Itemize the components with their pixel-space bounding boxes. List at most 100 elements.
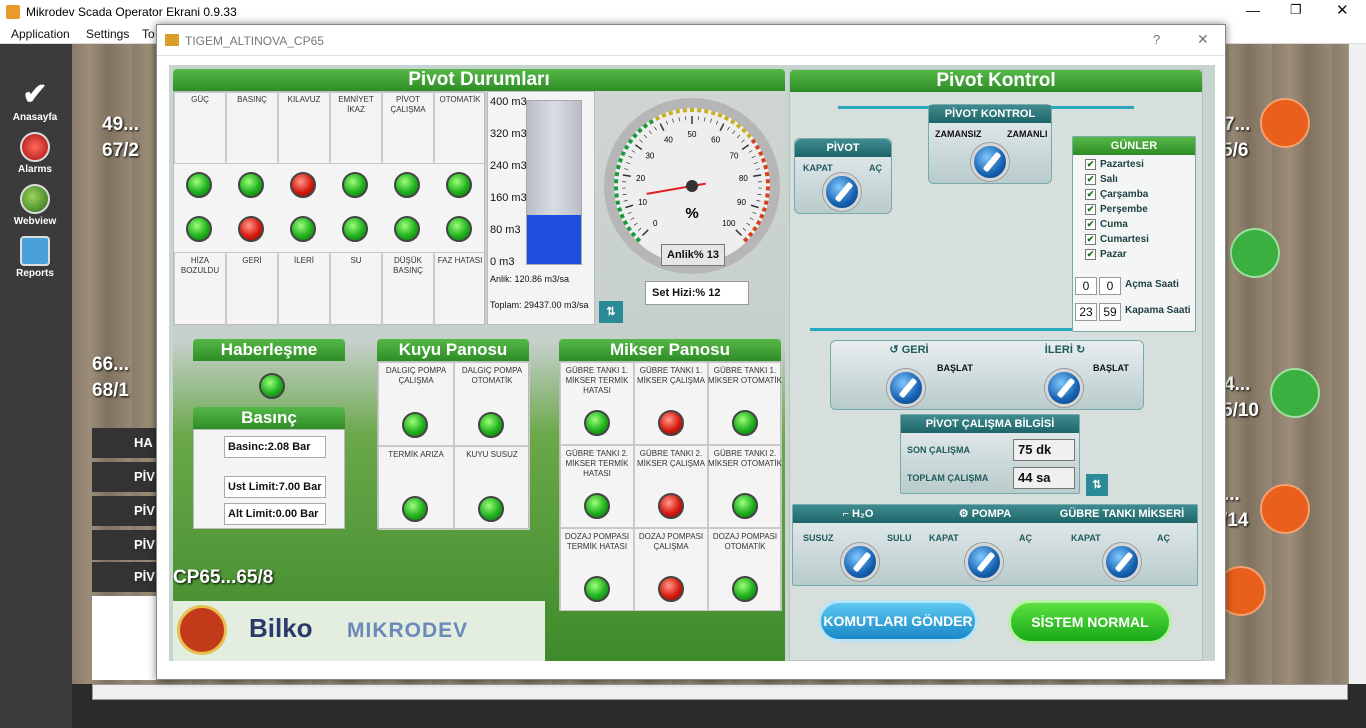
dialog-title: TIGEM_ALTINOVA_CP65 [185,34,324,48]
pivot-marker[interactable] [1270,368,1320,418]
checkbox[interactable]: ✔ [1085,204,1096,215]
pressure-lower-limit: Alt Limit:0.00 Bar [224,503,326,525]
gauge-tick-label: 0 [653,219,658,228]
well-led [478,412,504,438]
status-led [394,172,420,198]
mixer-led [584,576,610,602]
gauge-band [675,109,681,114]
timeless-label: ZAMANSIZ [935,129,982,139]
gauge-tick-label: 100 [722,219,736,228]
gauge-band [627,138,634,145]
info-title: PİVOT ÇALIŞMA BİLGİSİ [901,415,1079,433]
comm-led [259,373,285,399]
gauge-readout: Anlik% 13 [661,244,725,266]
gauge-band [763,164,769,170]
system-normal-button[interactable]: SİSTEM NORMAL [1008,600,1172,644]
vertical-scrollbar[interactable] [1348,44,1366,684]
day-row[interactable]: ✔ Cumartesi [1085,234,1149,245]
checkbox[interactable]: ✔ [1085,219,1096,230]
send-commands-button[interactable]: KOMUTLARI GÖNDER [818,600,978,642]
pompa-knob[interactable] [965,543,1003,581]
window-titlebar: Mikrodev Scada Operator Ekrani 0.9.33 — … [0,0,1366,24]
help-button[interactable]: ? [1153,32,1160,47]
day-row[interactable]: ✔ Salı [1085,174,1118,185]
set-speed-display[interactable]: Set Hizi:% 12 [645,281,749,305]
gauge-band [764,171,770,177]
open-minute[interactable]: 0 [1099,277,1121,295]
menu-application[interactable]: Application [11,27,70,41]
close-icon[interactable]: ✕ [1336,1,1349,19]
gauge-unit: % [685,205,698,222]
checkbox[interactable]: ✔ [1085,234,1096,245]
reset-total-button[interactable]: ⇅ [599,301,623,323]
close-hour[interactable]: 23 [1075,303,1097,321]
day-row[interactable]: ✔ Pazar [1085,249,1127,260]
gauge-tick-label: 20 [636,174,645,183]
checkbox[interactable]: ✔ [1085,189,1096,200]
gauge-band [620,150,626,157]
gauge-hub [686,180,698,192]
map-label: ... [1224,484,1240,505]
gauge-band [632,132,638,139]
nav-label: Anasayfa [12,112,58,123]
window-title: Mikrodev Scada Operator Ekrani 0.9.33 [26,5,237,19]
well-led [402,496,428,522]
gauge-band [741,127,747,134]
last-run-value: 75 dk [1013,439,1075,461]
day-row[interactable]: ✔ Perşembe [1085,204,1148,215]
gauge-band [723,115,730,121]
day-row[interactable]: ✔ Pazartesi [1085,159,1144,170]
pivot-knob[interactable] [823,173,861,211]
dialog-close-button[interactable]: ✕ [1197,31,1209,48]
nav-anasayfa[interactable]: ✔ Anasayfa [4,80,66,124]
mixer-label: DOZAJ POMPASI OTOMATİK [712,532,778,551]
mixer-led [584,493,610,519]
checkbox[interactable]: ✔ [1085,159,1096,170]
gauge-band [617,157,624,163]
mixer-led [658,576,684,602]
day-row[interactable]: ✔ Cuma [1085,219,1128,230]
status-led [290,172,316,198]
nav-reports[interactable]: Reports [4,236,66,279]
close-label: Kapama Saati [1125,305,1191,316]
open-hour[interactable]: 0 [1075,277,1097,295]
day-row[interactable]: ✔ Çarşamba [1085,189,1148,200]
ileri-knob[interactable] [1045,369,1083,407]
pivot-dialog: TIGEM_ALTINOVA_CP65 ? ✕ Pivot Durumları … [156,24,1226,680]
checkbox[interactable]: ✔ [1085,174,1096,185]
nav-alarms[interactable]: Alarms [4,132,66,175]
status-led [394,216,420,242]
status-led [186,172,212,198]
gauge-band [637,127,643,134]
gauge-band [747,231,754,238]
pivot-control-title: Pivot Kontrol [790,70,1202,92]
horizontal-scrollbar[interactable] [92,684,1348,700]
close-minute[interactable]: 59 [1099,303,1121,321]
map-label: 7... [1224,114,1251,135]
pivot-marker[interactable] [1260,98,1310,148]
restore-icon[interactable]: ❐ [1290,2,1302,18]
minimize-icon[interactable]: — [1246,2,1260,18]
legend-label: PİV [134,569,155,584]
mode-knob[interactable] [971,143,1009,181]
direction-panel: ↺ GERİ İLERİ ↻ BAŞLAT BAŞLAT [830,340,1144,410]
legend-item: HA [92,428,162,458]
pivot-marker[interactable] [1230,228,1280,278]
status-label: KILAVUZ [287,95,321,104]
gubre-knob[interactable] [1103,543,1141,581]
well-label: KUYU SUSUZ [466,450,518,459]
nav-webview[interactable]: Webview [4,184,66,227]
pompa-off-label: KAPAT [929,533,959,543]
h2o-knob[interactable] [841,543,879,581]
gauge-band [614,193,619,198]
reset-runtime-button[interactable]: ⇅ [1086,474,1108,496]
menu-settings[interactable]: Settings [86,27,129,41]
pivot-marker[interactable] [1260,484,1310,534]
checkbox[interactable]: ✔ [1085,249,1096,260]
ileri-start-label: BAŞLAT [1093,363,1129,373]
pump-icon: ⚙ [958,508,972,520]
map-label: 4... [1224,374,1251,395]
geri-knob[interactable] [887,369,925,407]
gauge-band [717,112,723,118]
menu-tools[interactable]: To [142,27,155,41]
